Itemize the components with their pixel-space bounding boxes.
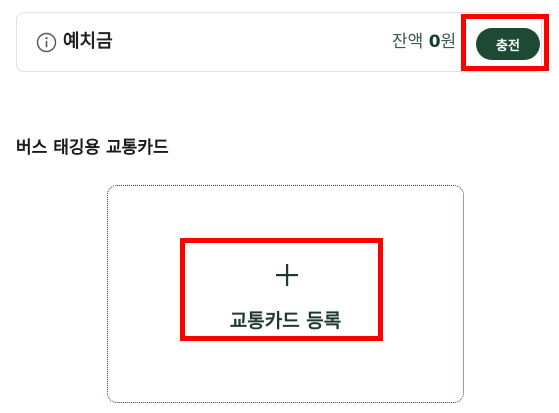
- balance-prefix: 잔액: [392, 32, 424, 52]
- add-card-label: 교통카드 등록: [229, 310, 342, 332]
- balance-amount: 0: [428, 32, 441, 52]
- info-icon[interactable]: [36, 32, 57, 53]
- balance-text: 잔액 0원: [392, 30, 462, 54]
- plus-icon: [276, 264, 298, 286]
- section-title: 버스 태깅용 교통카드: [16, 138, 169, 158]
- charge-button[interactable]: 충전: [476, 28, 540, 60]
- balance-unit: 원: [440, 32, 457, 52]
- add-transit-card-button[interactable]: 교통카드 등록: [107, 185, 464, 403]
- deposit-label: 예치금: [63, 31, 113, 52]
- deposit-card: 예치금 잔액 0원 충전: [16, 12, 542, 72]
